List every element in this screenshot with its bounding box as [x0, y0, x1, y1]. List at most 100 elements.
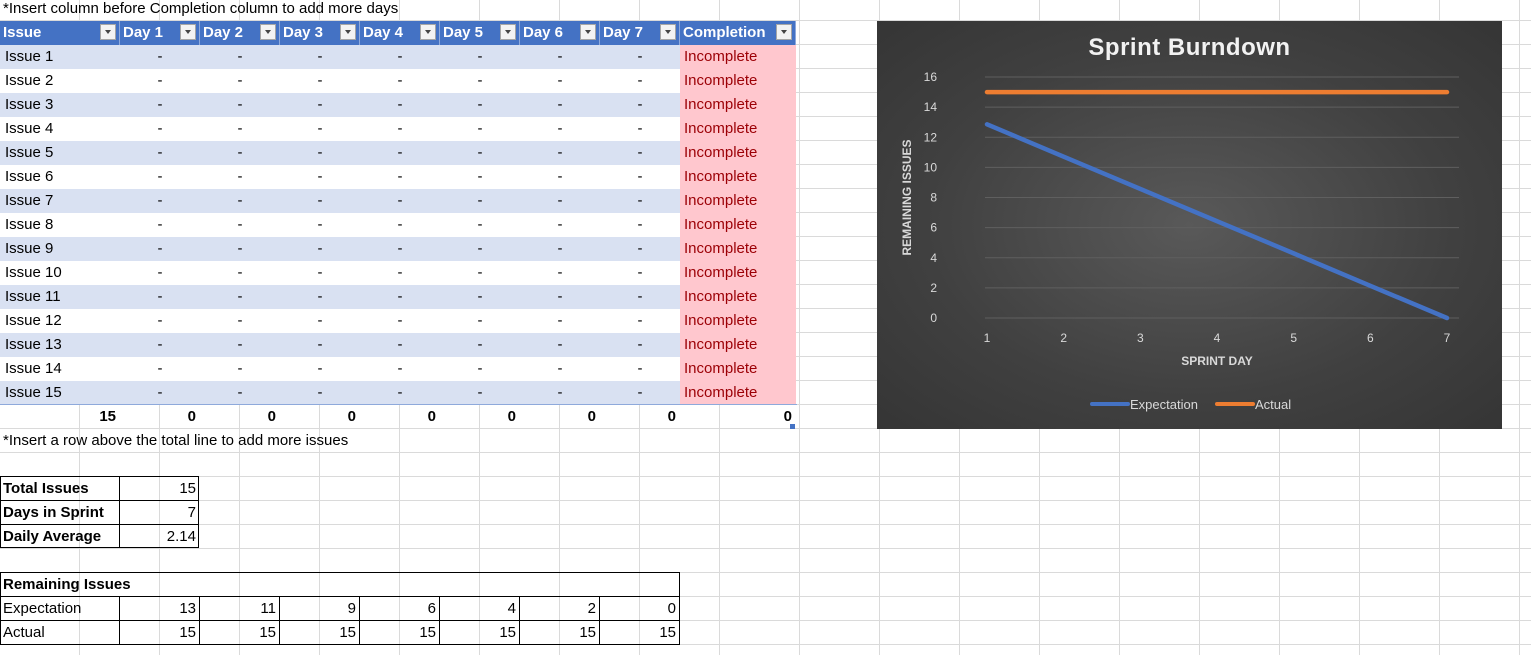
- day-value-cell[interactable]: -: [120, 165, 200, 189]
- day-value-cell[interactable]: -: [280, 309, 360, 333]
- day-value-cell[interactable]: -: [200, 69, 280, 93]
- day-value-cell[interactable]: -: [280, 285, 360, 309]
- burndown-chart[interactable]: Sprint Burndown 0 2 4 6 8 10 12 14 16 1 2 3 4 5 6 7 SPRI…: [877, 21, 1502, 429]
- remaining-value-cell[interactable]: 15: [120, 621, 199, 645]
- day-value-cell[interactable]: -: [200, 189, 280, 213]
- total-cell[interactable]: 15: [0, 405, 120, 429]
- day-value-cell[interactable]: -: [520, 261, 600, 285]
- day-value-cell[interactable]: -: [200, 213, 280, 237]
- day-value-cell[interactable]: -: [280, 213, 360, 237]
- day-value-cell[interactable]: -: [520, 333, 600, 357]
- day-value-cell[interactable]: -: [280, 333, 360, 357]
- filter-dropdown-icon[interactable]: [580, 24, 596, 40]
- total-cell[interactable]: 0: [600, 405, 680, 429]
- column-header-day-5[interactable]: Day 5: [440, 21, 520, 45]
- day-value-cell[interactable]: -: [440, 285, 520, 309]
- completion-status-cell[interactable]: Incomplete: [680, 117, 796, 141]
- completion-status-cell[interactable]: Incomplete: [680, 333, 796, 357]
- day-value-cell[interactable]: -: [440, 45, 520, 69]
- completion-status-cell[interactable]: Incomplete: [680, 357, 796, 381]
- day-value-cell[interactable]: -: [600, 189, 680, 213]
- day-value-cell[interactable]: -: [120, 237, 200, 261]
- day-value-cell[interactable]: -: [200, 141, 280, 165]
- day-value-cell[interactable]: -: [120, 93, 200, 117]
- column-header-day-4[interactable]: Day 4: [360, 21, 440, 45]
- completion-status-cell[interactable]: Incomplete: [680, 69, 796, 93]
- remaining-value-cell[interactable]: 15: [360, 621, 439, 645]
- day-value-cell[interactable]: -: [600, 213, 680, 237]
- completion-status-cell[interactable]: Incomplete: [680, 45, 796, 69]
- day-value-cell[interactable]: -: [360, 117, 440, 141]
- day-value-cell[interactable]: -: [520, 93, 600, 117]
- day-value-cell[interactable]: -: [200, 285, 280, 309]
- day-value-cell[interactable]: -: [360, 141, 440, 165]
- day-value-cell[interactable]: -: [200, 333, 280, 357]
- day-value-cell[interactable]: -: [440, 237, 520, 261]
- filter-dropdown-icon[interactable]: [340, 24, 356, 40]
- day-value-cell[interactable]: -: [600, 45, 680, 69]
- day-value-cell[interactable]: -: [280, 69, 360, 93]
- day-value-cell[interactable]: -: [280, 141, 360, 165]
- day-value-cell[interactable]: -: [440, 213, 520, 237]
- issue-name-cell[interactable]: Issue 11: [0, 285, 120, 309]
- day-value-cell[interactable]: -: [200, 261, 280, 285]
- day-value-cell[interactable]: -: [280, 357, 360, 381]
- column-header-day-6[interactable]: Day 6: [520, 21, 600, 45]
- issue-name-cell[interactable]: Issue 7: [0, 189, 120, 213]
- day-value-cell[interactable]: -: [200, 381, 280, 405]
- completion-status-cell[interactable]: Incomplete: [680, 381, 796, 405]
- day-value-cell[interactable]: -: [280, 165, 360, 189]
- day-value-cell[interactable]: -: [120, 261, 200, 285]
- day-value-cell[interactable]: -: [440, 189, 520, 213]
- issue-name-cell[interactable]: Issue 5: [0, 141, 120, 165]
- table-resize-handle[interactable]: [790, 424, 795, 429]
- day-value-cell[interactable]: -: [520, 213, 600, 237]
- issue-name-cell[interactable]: Issue 4: [0, 117, 120, 141]
- completion-status-cell[interactable]: Incomplete: [680, 189, 796, 213]
- day-value-cell[interactable]: -: [600, 117, 680, 141]
- day-value-cell[interactable]: -: [440, 357, 520, 381]
- day-value-cell[interactable]: -: [360, 333, 440, 357]
- day-value-cell[interactable]: -: [200, 309, 280, 333]
- completion-status-cell[interactable]: Incomplete: [680, 141, 796, 165]
- day-value-cell[interactable]: -: [440, 69, 520, 93]
- day-value-cell[interactable]: -: [440, 165, 520, 189]
- issue-name-cell[interactable]: Issue 9: [0, 237, 120, 261]
- completion-status-cell[interactable]: Incomplete: [680, 285, 796, 309]
- day-value-cell[interactable]: -: [520, 141, 600, 165]
- completion-status-cell[interactable]: Incomplete: [680, 237, 796, 261]
- day-value-cell[interactable]: -: [280, 381, 360, 405]
- day-value-cell[interactable]: -: [280, 45, 360, 69]
- day-value-cell[interactable]: -: [360, 165, 440, 189]
- summary-value[interactable]: 2.14: [120, 525, 199, 549]
- day-value-cell[interactable]: -: [440, 93, 520, 117]
- remaining-value-cell[interactable]: 4: [440, 597, 519, 621]
- day-value-cell[interactable]: -: [360, 189, 440, 213]
- remaining-value-cell[interactable]: 15: [520, 621, 599, 645]
- day-value-cell[interactable]: -: [200, 165, 280, 189]
- day-value-cell[interactable]: -: [120, 357, 200, 381]
- issue-name-cell[interactable]: Issue 12: [0, 309, 120, 333]
- issue-name-cell[interactable]: Issue 14: [0, 357, 120, 381]
- remaining-value-cell[interactable]: 9: [280, 597, 359, 621]
- day-value-cell[interactable]: -: [120, 117, 200, 141]
- remaining-value-cell[interactable]: 13: [120, 597, 199, 621]
- total-cell[interactable]: 0: [120, 405, 200, 429]
- column-header-day-2[interactable]: Day 2: [200, 21, 280, 45]
- day-value-cell[interactable]: -: [120, 189, 200, 213]
- issue-name-cell[interactable]: Issue 10: [0, 261, 120, 285]
- remaining-value-cell[interactable]: 15: [280, 621, 359, 645]
- day-value-cell[interactable]: -: [520, 45, 600, 69]
- column-header-issue[interactable]: Issue: [0, 21, 120, 45]
- day-value-cell[interactable]: -: [280, 93, 360, 117]
- day-value-cell[interactable]: -: [200, 357, 280, 381]
- day-value-cell[interactable]: -: [200, 117, 280, 141]
- day-value-cell[interactable]: -: [600, 237, 680, 261]
- day-value-cell[interactable]: -: [360, 357, 440, 381]
- remaining-value-cell[interactable]: 15: [600, 621, 679, 645]
- total-cell[interactable]: 0: [440, 405, 520, 429]
- day-value-cell[interactable]: -: [360, 261, 440, 285]
- completion-status-cell[interactable]: Incomplete: [680, 93, 796, 117]
- remaining-value-cell[interactable]: 2: [520, 597, 599, 621]
- day-value-cell[interactable]: -: [520, 117, 600, 141]
